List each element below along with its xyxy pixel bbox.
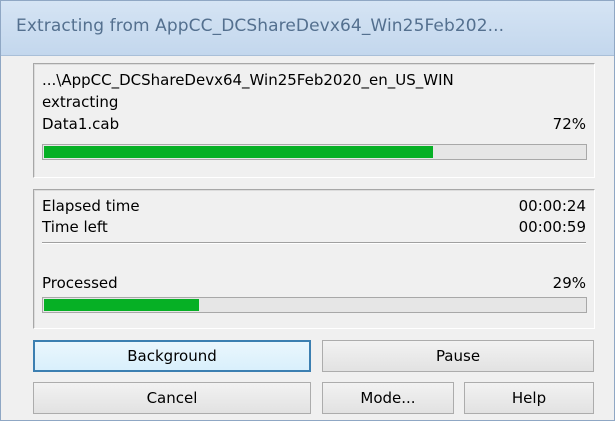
background-button[interactable]: Background [33, 340, 311, 372]
file-progress-fill [44, 146, 433, 158]
overall-progress-fill [44, 299, 200, 311]
overall-progress-panel: Elapsed time 00:00:24 Time left 00:00:59… [33, 189, 595, 329]
cancel-button[interactable]: Cancel [33, 382, 311, 414]
pause-button[interactable]: Pause [322, 340, 594, 372]
title-bar[interactable]: Extracting from AppCC_DCShareDevx64_Win2… [1, 1, 614, 56]
time-left-value: 00:00:59 [518, 218, 586, 236]
elapsed-time-value: 00:00:24 [518, 197, 586, 215]
file-percent: 72% [552, 115, 586, 133]
overall-progress-bar [42, 297, 587, 313]
status-text: extracting [42, 93, 119, 111]
help-button[interactable]: Help [464, 382, 594, 414]
processed-percent: 29% [552, 274, 586, 292]
separator [42, 242, 586, 244]
file-progress-bar [42, 144, 587, 160]
archive-path: ...\AppCC_DCShareDevx64_Win25Feb2020_en_… [42, 72, 454, 89]
mode-button[interactable]: Mode... [322, 382, 454, 414]
elapsed-time-label: Elapsed time [42, 197, 140, 215]
processed-label: Processed [42, 274, 118, 292]
window-title: Extracting from AppCC_DCShareDevx64_Win2… [16, 16, 505, 36]
extraction-dialog: Extracting from AppCC_DCShareDevx64_Win2… [0, 0, 615, 421]
file-progress-panel: ...\AppCC_DCShareDevx64_Win25Feb2020_en_… [33, 63, 595, 178]
current-file-name: Data1.cab [42, 115, 120, 133]
time-left-label: Time left [42, 218, 108, 236]
